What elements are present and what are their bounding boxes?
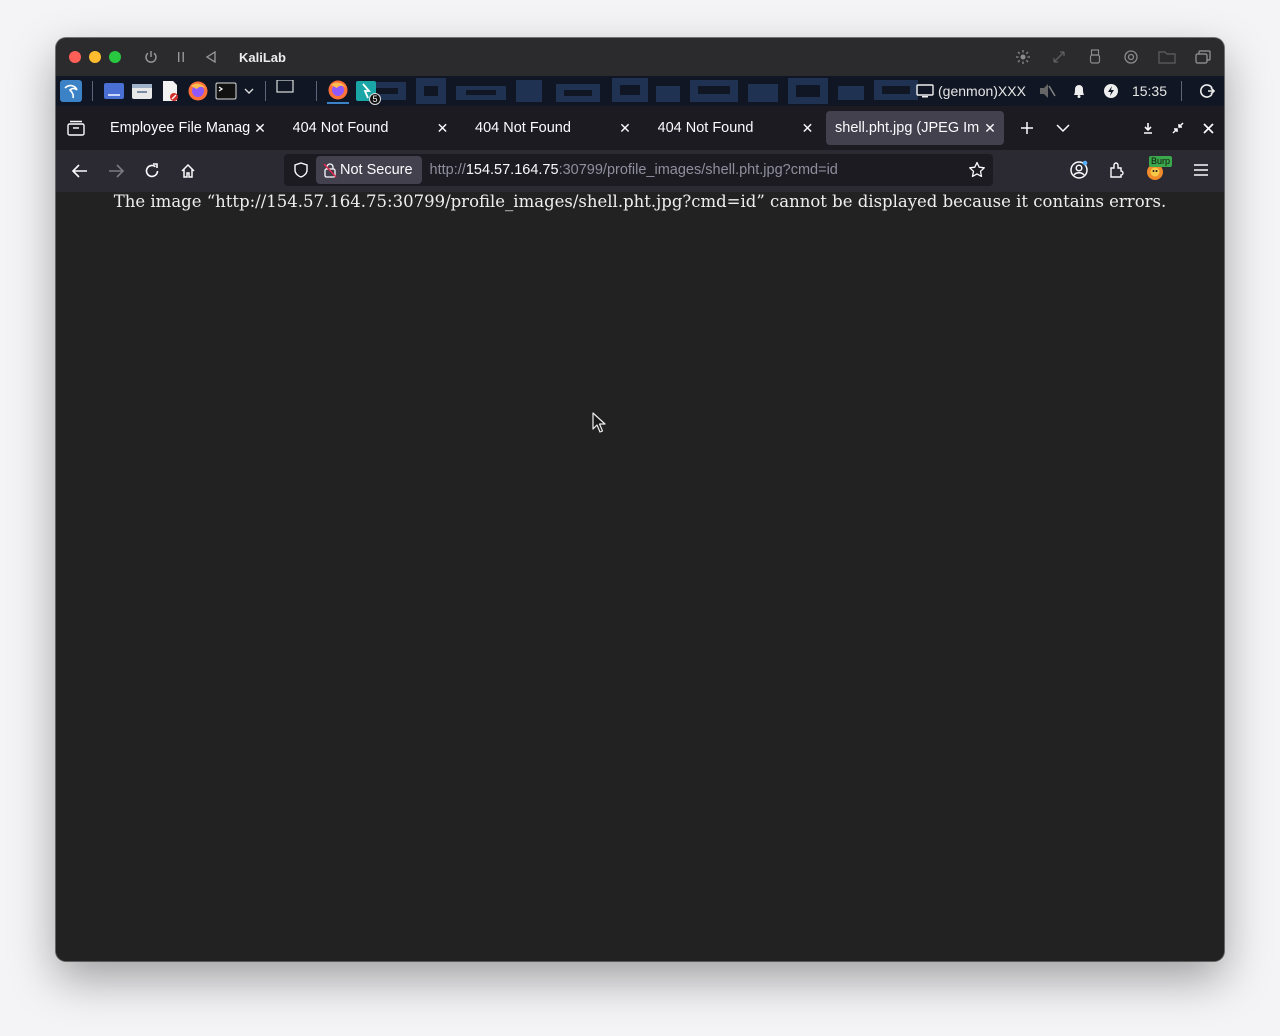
hamburger-menu-icon[interactable]: [1186, 155, 1216, 185]
power-icon[interactable]: [143, 49, 159, 65]
window-controls: [69, 51, 121, 63]
volume-muted-icon[interactable]: [1036, 80, 1058, 102]
taskbar-firefox-icon[interactable]: [327, 78, 349, 104]
panel-background-pattern-icon: [366, 78, 918, 104]
url-path: :30799/profile_images/shell.pht.jpg?cmd=…: [558, 162, 838, 178]
close-tab-icon[interactable]: ✕: [617, 120, 633, 136]
tab-label: 404 Not Found: [475, 120, 571, 136]
vm-titlebar: KaliLab: [56, 38, 1224, 76]
page-content: The image “http://154.57.164.75:30799/pr…: [56, 192, 1224, 961]
tab-404-not-found-2[interactable]: 404 Not Found ✕: [461, 111, 639, 145]
back-triangle-icon[interactable]: [203, 49, 219, 65]
not-secure-label: Not Secure: [340, 162, 413, 178]
tracking-protection-shield-icon[interactable]: [286, 155, 316, 185]
close-tab-icon[interactable]: ✕: [800, 120, 816, 136]
kali-panel: 5 (genmon)XXX 15:35: [56, 76, 1224, 106]
chevron-down-icon[interactable]: [243, 80, 255, 102]
tab-label: shell.pht.jpg (JPEG Im: [835, 120, 980, 136]
tab-404-not-found-3[interactable]: 404 Not Found ✕: [644, 111, 822, 145]
tab-404-not-found-1[interactable]: 404 Not Found ✕: [279, 111, 457, 145]
insecure-lock-icon: [323, 163, 337, 178]
workspace-switcher[interactable]: [276, 80, 306, 102]
taskbar-burp-icon[interactable]: 5: [355, 80, 381, 105]
list-all-tabs-button[interactable]: [1045, 111, 1081, 145]
url-text[interactable]: http://154.57.164.75:30799/profile_image…: [430, 162, 838, 178]
tab-bar: Employee File Manage ✕ 404 Not Found ✕ 4…: [56, 106, 1224, 150]
vm-window: KaliLab 5 (genmon)XXX 15:35 Employee Fil…: [56, 38, 1224, 961]
close-browser-icon[interactable]: [1200, 120, 1216, 136]
burp-label: Burp: [1149, 156, 1173, 167]
url-scheme: http://: [429, 162, 466, 178]
brightness-icon[interactable]: [1014, 48, 1032, 66]
home-button[interactable]: [170, 155, 206, 187]
genmon-label: (genmon)XXX: [938, 83, 1026, 99]
restore-window-icon[interactable]: [1170, 120, 1186, 136]
forward-button[interactable]: [98, 155, 134, 187]
close-window-button[interactable]: [69, 51, 81, 63]
nav-bar: Not Secure http://154.57.164.75:30799/pr…: [56, 150, 1224, 192]
snapshot-windows-icon[interactable]: [1194, 48, 1212, 66]
close-tab-icon[interactable]: ✕: [252, 120, 268, 136]
resize-icon[interactable]: [1050, 48, 1068, 66]
text-editor-icon[interactable]: [159, 80, 181, 102]
url-host: 154.57.164.75: [465, 162, 559, 178]
power-status-icon[interactable]: [1100, 80, 1122, 102]
notification-bell-icon[interactable]: [1068, 80, 1090, 102]
burp-proxy-extension-icon[interactable]: Burp: [1140, 155, 1173, 185]
close-tab-icon[interactable]: ✕: [982, 120, 998, 136]
sharing-icon[interactable]: [1122, 48, 1140, 66]
shared-folder-icon[interactable]: [1158, 48, 1176, 66]
account-icon[interactable]: [1064, 155, 1094, 185]
close-tab-icon[interactable]: ✕: [435, 120, 451, 136]
screen-icon[interactable]: [914, 80, 936, 102]
logout-icon[interactable]: [1196, 80, 1218, 102]
reload-button[interactable]: [134, 155, 170, 187]
workspace-icon[interactable]: [103, 80, 125, 102]
firefox-icon[interactable]: [187, 80, 209, 102]
tab-shell-pht-jpg[interactable]: shell.pht.jpg (JPEG Im ✕: [826, 111, 1004, 145]
tab-employee-file-manager[interactable]: Employee File Manage ✕: [96, 111, 274, 145]
terminal-icon[interactable]: [215, 80, 237, 102]
maximize-window-button[interactable]: [109, 51, 121, 63]
taskbar-badge: 5: [369, 93, 381, 105]
usb-icon[interactable]: [1086, 48, 1104, 66]
tab-label: 404 Not Found: [292, 120, 389, 136]
not-secure-button[interactable]: Not Secure: [316, 156, 422, 184]
minimize-window-button[interactable]: [89, 51, 101, 63]
tab-label: 404 Not Found: [657, 120, 754, 136]
tab-label: Employee File Manage: [110, 120, 250, 136]
url-bar[interactable]: Not Secure http://154.57.164.75:30799/pr…: [284, 154, 993, 186]
clock[interactable]: 15:35: [1132, 83, 1167, 99]
bookmark-star-icon[interactable]: [967, 160, 987, 180]
download-arrow-icon[interactable]: [1140, 120, 1156, 136]
new-tab-button[interactable]: [1009, 111, 1045, 145]
kali-menu-icon[interactable]: [60, 80, 82, 102]
back-button[interactable]: [62, 155, 98, 187]
vm-title: KaliLab: [239, 49, 286, 65]
pause-icon[interactable]: [173, 49, 189, 65]
extensions-puzzle-icon[interactable]: [1102, 155, 1132, 185]
image-error-message: The image “http://154.57.164.75:30799/pr…: [113, 192, 1167, 211]
mouse-pointer-icon: [592, 412, 606, 433]
firefox-view-icon[interactable]: [56, 106, 96, 150]
file-manager-icon[interactable]: [131, 80, 153, 102]
